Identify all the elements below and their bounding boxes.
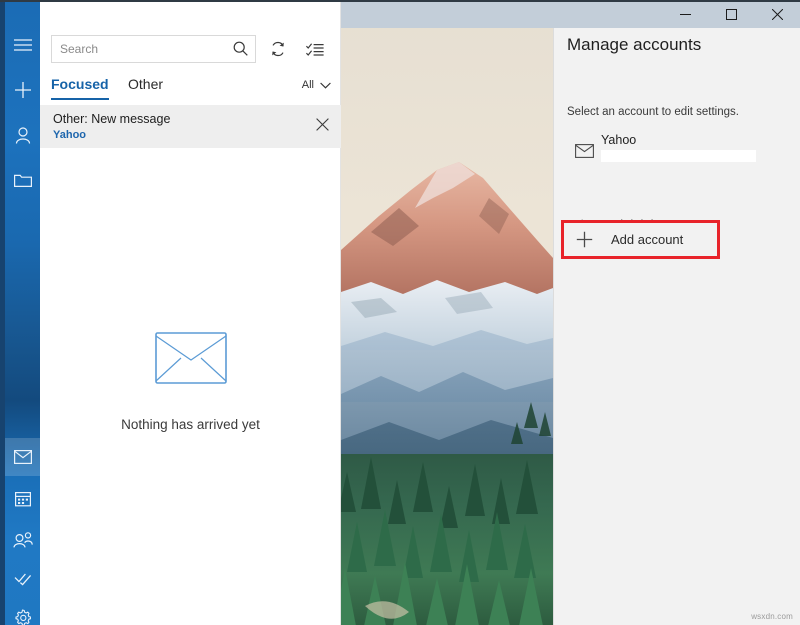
sync-icon <box>272 41 284 57</box>
rail-item-calendar[interactable] <box>5 480 40 518</box>
search-icon[interactable] <box>233 41 248 61</box>
maximize-icon <box>725 8 737 20</box>
mail-icon <box>13 450 32 464</box>
maximize-button[interactable] <box>708 0 754 28</box>
mail-tabs: Focused Other All <box>40 74 341 106</box>
close-icon <box>316 118 329 131</box>
rail-item-settings[interactable] <box>5 598 40 625</box>
window-controls <box>662 0 800 28</box>
rail-item-mail[interactable] <box>5 438 40 476</box>
mail-envelope-icon <box>567 136 601 166</box>
desktop-wallpaper <box>341 2 553 625</box>
search-box[interactable] <box>51 35 256 63</box>
notification-title: Other: New message <box>53 112 171 126</box>
add-account-label: Add account <box>611 232 684 247</box>
account-row-yahoo[interactable]: Yahoo <box>567 132 787 166</box>
chevron-down-icon <box>320 82 331 89</box>
gear-icon <box>15 608 31 625</box>
new-message-notification[interactable]: Other: New message Yahoo <box>40 105 341 148</box>
minimize-icon <box>679 13 691 15</box>
search-input[interactable] <box>52 36 222 62</box>
sync-button[interactable] <box>263 35 293 63</box>
new-mail-button[interactable] <box>5 71 40 109</box>
tab-focused[interactable]: Focused <box>51 76 109 100</box>
app-window: Inbox - Yahoo <box>0 0 800 625</box>
account-name: Yahoo <box>601 133 637 147</box>
selection-mode-button[interactable] <box>300 35 330 63</box>
hamburger-menu-icon <box>13 39 32 51</box>
empty-inbox-state: Nothing has arrived yet <box>40 332 341 432</box>
minimize-button[interactable] <box>662 0 708 28</box>
panel-title: Manage accounts <box>567 35 702 54</box>
add-account-button[interactable]: Add account <box>561 220 720 259</box>
mail-list-pane: Focused Other All Other: New message Yah… <box>40 2 341 625</box>
notification-source[interactable]: Yahoo <box>53 129 86 141</box>
person-icon <box>15 126 30 144</box>
envelope-outline-icon <box>40 332 341 384</box>
calendar-icon <box>14 492 31 507</box>
todo-icon <box>14 573 31 586</box>
close-icon <box>771 8 783 20</box>
plus-icon <box>14 82 31 98</box>
empty-inbox-text: Nothing has arrived yet <box>121 417 260 432</box>
rail-item-people[interactable] <box>5 521 40 559</box>
mail-toolbar <box>40 28 341 70</box>
rail-item-todo[interactable] <box>5 560 40 598</box>
close-button[interactable] <box>754 0 800 28</box>
accounts-button[interactable] <box>5 116 40 154</box>
hamburger-menu-button[interactable] <box>5 26 40 64</box>
account-details: Yahoo <box>601 132 756 162</box>
plus-icon <box>568 225 600 255</box>
watermark: wsxdn.com <box>751 612 793 621</box>
selection-mode-icon <box>306 42 324 56</box>
folder-icon <box>13 174 32 187</box>
panel-subtitle: Select an account to edit settings. <box>567 106 739 118</box>
filter-dropdown[interactable]: All <box>302 79 331 91</box>
people-icon <box>12 532 33 548</box>
notification-close-button[interactable] <box>316 118 329 136</box>
filter-label: All <box>301 79 314 91</box>
account-address-redaction <box>601 150 756 162</box>
navigation-rail <box>5 2 40 625</box>
manage-accounts-panel: Manage accounts Select an account to edi… <box>553 28 800 625</box>
tab-other[interactable]: Other <box>128 76 163 98</box>
folders-button[interactable] <box>5 161 40 199</box>
